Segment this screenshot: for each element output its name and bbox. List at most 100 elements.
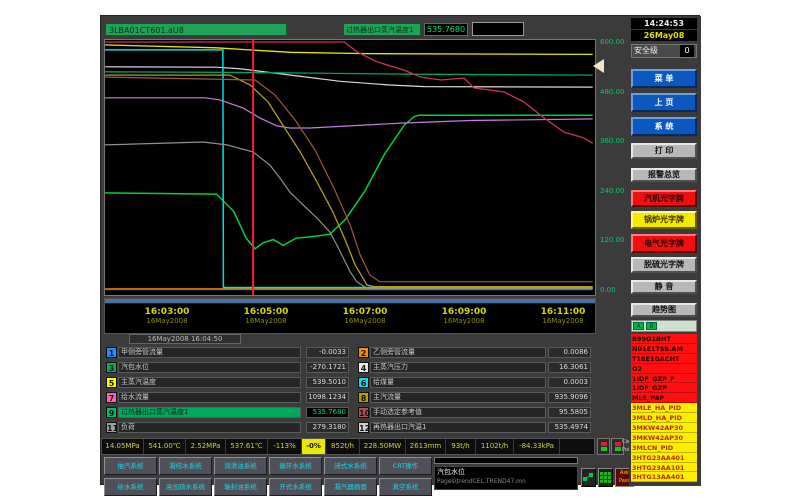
pen-label[interactable]: 甲侧旁管流量 — [118, 347, 301, 358]
scale-marker-icon[interactable] — [593, 59, 604, 73]
nav-button-10[interactable]: 开式水系统 — [269, 478, 322, 496]
message-entry-bar[interactable] — [434, 457, 578, 464]
pen-value: -270.1721 — [306, 362, 349, 373]
status-value: -84.33kPa — [514, 439, 560, 454]
pen-label[interactable]: 再热器出口汽温1 — [370, 422, 546, 433]
signal-tag-box[interactable]: 3LBA01CT601.aU8 — [105, 23, 287, 36]
nav-button-11[interactable]: 凝汽器画面 — [324, 478, 377, 496]
sidebar-button-6[interactable]: 汽机光字牌 — [631, 190, 697, 207]
sidebar-button-11[interactable]: 趋势图 — [631, 303, 697, 317]
alarm-item[interactable]: B99O1BHT — [631, 334, 697, 344]
sidebar-button-2[interactable]: 上 页 — [631, 93, 697, 112]
x-tick: 16:03:0016May2008 — [132, 307, 202, 325]
alarm-ack-button[interactable]: A — [633, 322, 644, 330]
nav-button-4[interactable]: 循环水系统 — [269, 457, 322, 475]
pen-value: 539.5010 — [306, 377, 349, 388]
plant-status-bar: 14.05MPa541.00℃2.52MPa537.61℃-113%-0%852… — [101, 438, 595, 455]
nav-button-7[interactable]: 给水系统 — [104, 478, 157, 496]
nav-button-12[interactable]: 真空系统 — [379, 478, 432, 496]
alarm-item[interactable]: 3HTG13AA401 — [631, 472, 697, 482]
y-tick-label: 360.00 — [600, 137, 625, 145]
red-dot-icon — [615, 442, 621, 446]
nav-button-5[interactable]: 闭式水系统 — [324, 457, 377, 475]
sidebar-button-5[interactable]: 报警总览 — [631, 168, 697, 182]
nav-button-6[interactable]: CRT操作 — [379, 457, 432, 475]
alarm-item[interactable]: 3HTG23AA401 — [631, 453, 697, 463]
status-value: 14.05MPa — [102, 439, 144, 454]
alarm-item[interactable]: T18E1GACHT — [631, 354, 697, 364]
sidebar-button-4[interactable]: 打 印 — [631, 143, 697, 159]
trend-line-3 — [105, 67, 593, 87]
pen-label[interactable]: 给煤量 — [370, 377, 546, 388]
pen-value: 535.4974 — [548, 422, 591, 433]
alarm-item[interactable]: O2 — [631, 364, 697, 374]
y-tick-label: 0.00 — [600, 286, 616, 294]
sidebar-button-3[interactable]: 系 统 — [631, 117, 697, 136]
trend-chart-canvas — [105, 40, 595, 295]
nav-button-3[interactable]: 润滑油系统 — [214, 457, 267, 475]
status-value: -0% — [302, 439, 326, 454]
sidebar-button-10[interactable]: 静 音 — [631, 280, 697, 294]
pen-label[interactable]: 主汽流量 — [370, 392, 546, 403]
pen-label[interactable]: 过热器出口蒸汽温度1 — [118, 407, 301, 418]
y-tick-label: 120.00 — [600, 236, 625, 244]
sidebar-button-7[interactable]: 锅炉光字牌 — [631, 211, 697, 229]
pen-indicator-1[interactable] — [597, 438, 610, 455]
pen-number-chip: 4 — [358, 362, 369, 373]
nav-button-1[interactable]: 抽汽系统 — [104, 457, 157, 475]
green-dot-icon — [601, 447, 607, 451]
alarm-ack-button[interactable]: B — [646, 322, 657, 330]
x-tick-time: 16:09:00 — [429, 307, 499, 317]
pen-label[interactable]: 汽包水位 — [118, 362, 301, 373]
trend-line-7 — [105, 75, 593, 287]
x-tick-date: 16May2008 — [231, 317, 301, 325]
alarm-item[interactable]: 3HTG23AA101 — [631, 463, 697, 473]
pen-number-chip: 1 — [106, 347, 117, 358]
pen-label[interactable]: 主蒸汽温度 — [118, 377, 301, 388]
system-nav-grid: 抽汽系统凝结水系统润滑油系统循环水系统闭式水系统CRT操作给水系统高加疏水系统轴… — [104, 457, 432, 497]
aux-readout-box[interactable] — [472, 22, 524, 36]
pen-label[interactable]: 主蒸汽压力 — [370, 362, 546, 373]
pen-number-chip: 6 — [358, 377, 369, 388]
sidebar-button-1[interactable]: 菜 单 — [631, 69, 697, 88]
alarm-item[interactable]: 3MKW42AP30 — [631, 433, 697, 443]
pen-label[interactable]: 给水流量 — [118, 392, 301, 403]
sidebar: 14:24:53 26May08 安全级 0 AB B99O1BHTN01E1T… — [629, 16, 701, 486]
alarm-item[interactable]: 1IDF_GZP — [631, 383, 697, 393]
alarm-item[interactable]: 3MLCN_PID — [631, 443, 697, 453]
pen-label[interactable]: 手动选定参考值 — [370, 407, 546, 418]
status-value: 93t/h — [446, 439, 476, 454]
nav-button-2[interactable]: 凝结水系统 — [159, 457, 212, 475]
pen-number-chip: 2 — [358, 347, 369, 358]
trend-line-11 — [105, 42, 593, 143]
sidebar-button-9[interactable]: 脱硫光字牌 — [631, 257, 697, 273]
sidebar-button-8[interactable]: 电气光字牌 — [631, 234, 697, 253]
network-link-button[interactable] — [581, 468, 596, 487]
signal-name-box[interactable]: 过热器出口蒸汽温度1 — [343, 23, 421, 36]
time-scrollbar[interactable] — [105, 299, 595, 304]
pen-number-chip: 7 — [106, 392, 117, 403]
trend-chart[interactable] — [104, 39, 596, 296]
nav-button-8[interactable]: 高加疏水系统 — [159, 478, 212, 496]
alarm-item[interactable]: N01E1TSS.AM — [631, 344, 697, 354]
alarm-item[interactable]: 1IDF_GZP_F — [631, 374, 697, 384]
pen-value: 0.0086 — [548, 347, 591, 358]
x-tick: 16:07:0016May2008 — [330, 307, 400, 325]
network-icon — [583, 472, 594, 483]
alarm-item[interactable]: 3MLD_HA_PID — [631, 413, 697, 423]
alarm-item[interactable]: 3MLE_HA_PID — [631, 403, 697, 413]
pen-value: 0.0003 — [548, 377, 591, 388]
alarm-item[interactable]: 3MKW42AP30 — [631, 423, 697, 433]
x-tick: 16:09:0016May2008 — [429, 307, 499, 325]
nav-button-9[interactable]: 轴封油系统 — [214, 478, 267, 496]
alarm-item[interactable]: MLE_PAP — [631, 393, 697, 403]
x-tick-time: 16:03:00 — [132, 307, 202, 317]
status-value: 537.61℃ — [226, 439, 268, 454]
pen-label[interactable]: 乙侧旁管流量 — [370, 347, 546, 358]
grid-view-button[interactable] — [598, 468, 613, 487]
x-tick-time: 16:07:00 — [330, 307, 400, 317]
pen-label[interactable]: 负荷 — [118, 422, 301, 433]
x-tick-time: 16:05:00 — [231, 307, 301, 317]
pen-number-chip: 8 — [358, 392, 369, 403]
y-tick-label: 480.00 — [600, 88, 625, 96]
